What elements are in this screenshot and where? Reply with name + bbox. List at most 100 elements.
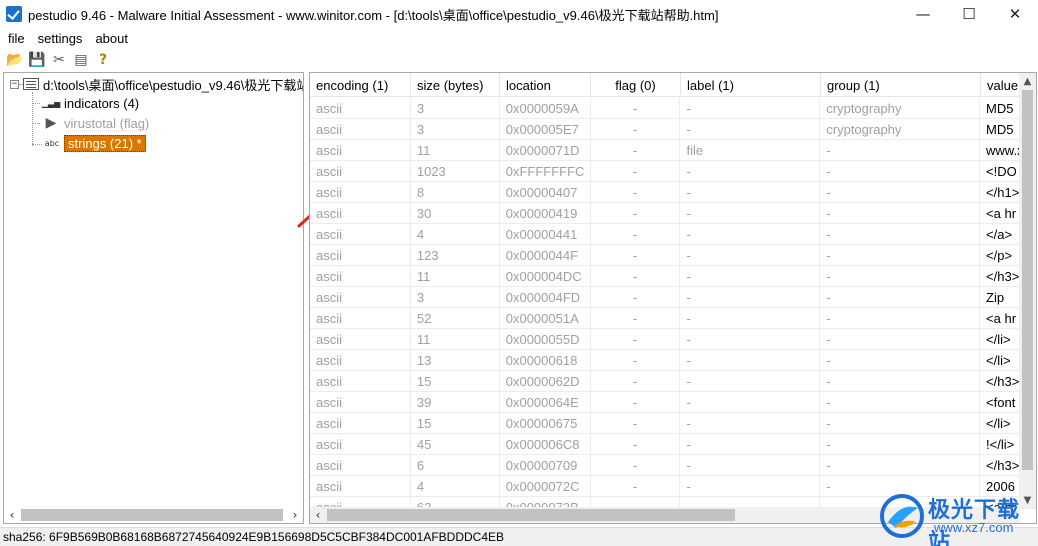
scrollbar-thumb[interactable] <box>21 509 283 521</box>
table-cell: 4 <box>411 224 500 245</box>
table-row[interactable]: ascii 8 0x00000407- - - </h1> <box>310 182 1020 203</box>
table-row[interactable]: ascii 1023 0xFFFFFFFC - - - <!DO <box>310 161 1020 182</box>
table-row[interactable]: ascii 13 0x00000618- - - </li> <box>310 350 1020 371</box>
table-cell: 11 <box>411 329 500 350</box>
table-row[interactable]: ascii 30 0x00000419- - - <a hr <box>310 203 1020 224</box>
table-row[interactable]: ascii 15 0x0000062D - - - </h3> <box>310 371 1020 392</box>
table-cell: - <box>820 224 981 245</box>
table-cell: 45 <box>411 434 500 455</box>
table-cell: - <box>820 455 981 476</box>
table-cell: 4 <box>411 476 500 497</box>
table-row[interactable]: ascii 123 0x0000044F - - - </p> <box>310 245 1020 266</box>
table-cell: - <box>591 329 681 350</box>
table-cell: - <box>820 266 981 287</box>
table-horizontal-scrollbar[interactable]: ‹ › <box>310 507 1020 523</box>
menu-settings[interactable]: settings <box>33 31 88 46</box>
tree-root[interactable]: − d:\tools\桌面\office\pestudio_v9.46\极光下载… <box>10 75 303 93</box>
scroll-right-icon[interactable]: › <box>287 507 303 523</box>
table-cell: ascii <box>310 308 411 329</box>
scroll-left-icon[interactable]: ‹ <box>310 507 326 523</box>
table-cell: - <box>591 476 681 497</box>
table-cell: - <box>680 224 821 245</box>
table-cell: - <box>591 161 681 182</box>
table-row[interactable]: ascii 11 0x000004DC - - - </h3> <box>310 266 1020 287</box>
column-encoding[interactable]: encoding (1) <box>310 73 411 97</box>
column-group[interactable]: group (1) <box>821 73 981 97</box>
table-cell: 0x00000407 <box>500 182 591 203</box>
table-cell: 0x000005E7 <box>500 119 591 140</box>
collapse-icon[interactable]: − <box>10 79 19 89</box>
table-cell: cryptography <box>820 119 981 140</box>
column-size[interactable]: size (bytes) <box>411 73 500 97</box>
maximize-button[interactable]: ☐ <box>946 0 992 28</box>
menu-about[interactable]: about <box>90 31 133 46</box>
table-cell: ascii <box>310 98 411 119</box>
table-row[interactable]: ascii 6 0x00000709- - - </h3> <box>310 455 1020 476</box>
table-cell: - <box>680 203 821 224</box>
help-icon[interactable]: ? <box>92 50 114 70</box>
table-cell: ascii <box>310 455 411 476</box>
close-button[interactable]: ✕ <box>992 0 1038 28</box>
scroll-left-icon[interactable]: ‹ <box>4 507 20 523</box>
table-row[interactable]: ascii 39 0x0000064E - - - <font <box>310 392 1020 413</box>
table-cell: 0x00000441 <box>500 224 591 245</box>
table-cell: - <box>680 350 821 371</box>
table-cell: !</li> <box>986 437 1015 452</box>
scrollbar-thumb[interactable] <box>327 509 735 521</box>
table-row[interactable]: ascii 3 0x000004FD - - - Zip <box>310 287 1020 308</box>
table-cell: Zip <box>986 290 1005 305</box>
tree-horizontal-scrollbar[interactable]: ‹ › <box>4 507 303 523</box>
list-icon[interactable]: ▤ <box>70 50 92 70</box>
scroll-down-icon[interactable]: ▼ <box>1019 492 1036 509</box>
table-cell: ascii <box>310 140 411 161</box>
table-cell: 0x00000675 <box>500 413 591 434</box>
table-vertical-scrollbar[interactable]: ▲ ▼ <box>1019 73 1036 509</box>
column-flag[interactable]: flag (0) <box>591 73 681 97</box>
table-row[interactable]: ascii 3 0x0000059A - - cryptography MD5 <box>310 98 1020 119</box>
menu-file[interactable]: file <box>3 31 30 46</box>
tree-item-indicators[interactable]: ▁▃▅ indicators (4) <box>42 94 139 112</box>
table-row[interactable]: ascii 15 0x00000675- - - </li> <box>310 413 1020 434</box>
table-row[interactable]: ascii 11 0x0000071D - file - www.x <box>310 140 1020 161</box>
table-cell: </p> <box>986 248 1013 263</box>
table-cell: 11 <box>411 140 500 161</box>
cut-icon[interactable]: ✂ <box>48 50 70 70</box>
tree-item-virustotal[interactable]: ▶ virustotal (flag) <box>42 114 150 132</box>
abc-icon: abc <box>44 138 60 148</box>
table-cell: - <box>680 455 821 476</box>
open-icon[interactable]: 📂 <box>4 50 26 70</box>
table-cell: </h1> <box>986 185 1020 200</box>
scrollbar-thumb[interactable] <box>1022 90 1033 470</box>
table-cell: 0x0000051A <box>500 308 591 329</box>
table-cell: ascii <box>310 119 411 140</box>
table-row[interactable]: ascii 45 0x000006C8- - - !</li> <box>310 434 1020 455</box>
table-cell: - <box>591 266 681 287</box>
table-row[interactable]: ascii 4 0x0000072C - - -2006 <box>310 476 1020 497</box>
table-cell: 39 <box>411 392 500 413</box>
title-bar: pestudio 9.46 - Malware Initial Assessme… <box>0 0 1038 28</box>
table-row[interactable]: ascii 3 0x000005E7- - cryptography MD5 <box>310 119 1020 140</box>
table-cell: </h3> <box>986 458 1020 473</box>
table-row[interactable]: ascii 11 0x0000055D - - - </li> <box>310 329 1020 350</box>
column-value[interactable]: value <box>981 73 1021 97</box>
table-row[interactable]: ascii 52 0x0000051A - - - <a hr <box>310 308 1020 329</box>
column-label[interactable]: label (1) <box>681 73 821 97</box>
table-cell: ascii <box>310 329 411 350</box>
tree-item-strings[interactable]: abc strings (21) * <box>44 134 146 152</box>
table-cell: - <box>820 245 981 266</box>
scroll-up-icon[interactable]: ▲ <box>1019 73 1036 90</box>
table-cell: - <box>820 161 981 182</box>
table-cell: ascii <box>310 182 411 203</box>
table-cell: 0x000006C8 <box>500 434 591 455</box>
minimize-button[interactable]: — <box>900 0 946 28</box>
save-icon[interactable]: 💾 <box>26 50 48 70</box>
column-location[interactable]: location <box>500 73 591 97</box>
table-cell: 15 <box>411 413 500 434</box>
table-row[interactable]: ascii 4 0x00000441- - - </a> <box>310 224 1020 245</box>
window-title: pestudio 9.46 - Malware Initial Assessme… <box>28 7 719 23</box>
table-cell: - <box>680 413 821 434</box>
table-cell: - <box>680 245 821 266</box>
table-cell: - <box>680 371 821 392</box>
table-cell: 0x0000064E <box>500 392 591 413</box>
scroll-right-icon[interactable]: › <box>1004 507 1020 523</box>
